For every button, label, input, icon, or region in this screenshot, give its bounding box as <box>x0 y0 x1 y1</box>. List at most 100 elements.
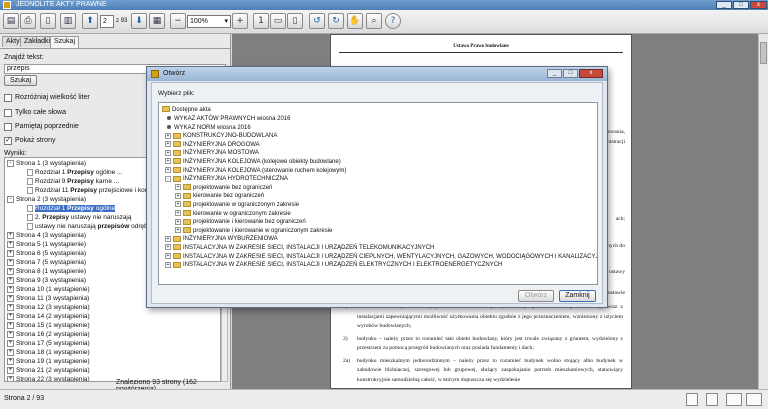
continuous-facing-view-icon[interactable] <box>746 393 762 406</box>
expander-icon[interactable]: + <box>7 294 14 302</box>
result-row[interactable]: + Strona 19 (1 wystąpienie) <box>7 357 90 366</box>
rotate-right-icon[interactable]: ↻ <box>328 13 344 29</box>
result-row[interactable]: + Strona 17 (5 wystąpienia) <box>7 339 90 348</box>
result-row[interactable]: + Strona 8 (1 wystąpienie) <box>7 267 86 276</box>
collapse-icon[interactable]: - <box>165 175 171 182</box>
expander-icon[interactable]: + <box>7 330 14 338</box>
result-row[interactable]: + Strona 12 (3 wystąpienia) <box>7 303 90 312</box>
case-sensitive-checkbox[interactable] <box>4 94 12 102</box>
expander-icon[interactable]: + <box>7 357 14 365</box>
result-row[interactable]: - Strona 1 (3 wystąpienia) <box>7 159 86 168</box>
rotate-left-icon[interactable]: ↺ <box>309 13 325 29</box>
tree-item[interactable]: + INSTALACYJNA W ZAKRESIE SIECI, INSTALAC… <box>165 261 502 269</box>
actual-size-icon[interactable]: 1 <box>253 13 269 29</box>
last-page-icon[interactable]: ▦ <box>149 13 165 29</box>
result-row[interactable]: + Strona 22 (3 wystąpienia) <box>7 375 90 381</box>
expand-icon[interactable]: + <box>165 244 171 251</box>
tree-item[interactable]: + KONSTRUKCYJNO-BUDOWLANA <box>165 132 277 140</box>
expand-icon[interactable]: + <box>175 184 181 191</box>
result-row[interactable]: Rozdział 9 Przepisy karne ... <box>27 177 119 186</box>
hand-tool-icon[interactable]: ✋ <box>347 13 363 29</box>
tree-item[interactable]: WYKAZ AKTÓW PRAWNYCH wiosna 2016 <box>165 115 290 123</box>
expander-icon[interactable]: + <box>7 348 14 356</box>
tree-root[interactable]: Dostępne akta <box>162 106 211 114</box>
zoom-in-icon[interactable]: + <box>232 13 248 29</box>
expander-icon[interactable]: + <box>7 375 14 381</box>
result-row[interactable]: + Strona 4 (3 wystąpienia) <box>7 231 86 240</box>
maximize-button[interactable]: □ <box>733 1 749 9</box>
result-row[interactable]: 2. Przepisy ustawy nie naruszają <box>27 213 132 222</box>
continuous-view-icon[interactable] <box>706 393 718 406</box>
show-pages-checkbox[interactable]: ✓ <box>4 137 12 145</box>
tree-item[interactable]: + INŻYNIERYJNA WYBURZENIOWA <box>165 235 278 243</box>
result-row[interactable]: + Strona 21 (2 wystąpienia) <box>7 366 90 375</box>
tree-item[interactable]: + INŻYNIERYJNA MOSTOWA <box>165 149 259 157</box>
open-folder-icon[interactable]: ▤ <box>3 13 19 29</box>
page-number-input[interactable]: 2 <box>100 15 114 28</box>
tree-item[interactable]: + projektowanie bez ograniczeń <box>175 184 272 192</box>
result-row[interactable]: + Strona 9 (3 wystąpienia) <box>7 276 86 285</box>
expand-icon[interactable]: + <box>175 210 181 217</box>
tree-item[interactable]: + INŻYNIERYJNA KOLEJOWA (sterowanie ruche… <box>165 167 346 175</box>
result-row[interactable]: Rozdział 11 Przepisy przejściowe i końc <box>27 186 152 195</box>
single-page-view-icon[interactable] <box>686 393 698 406</box>
facing-pages-view-icon[interactable] <box>726 393 742 406</box>
result-row[interactable]: + Strona 5 (1 wystąpienie) <box>7 240 86 249</box>
result-row[interactable]: + Strona 6 (5 wystąpienia) <box>7 249 86 258</box>
result-row[interactable]: - Strona 2 (3 wystąpienia) <box>7 195 86 204</box>
result-row[interactable]: + Strona 16 (2 wystąpienia) <box>7 330 90 339</box>
expander-icon[interactable]: + <box>7 366 14 374</box>
fit-page-icon[interactable]: ▭ <box>270 13 286 29</box>
tree-item[interactable]: WYKAZ NORM wiosna 2016 <box>165 124 251 132</box>
tree-item[interactable]: + INSTALACYJNA W ZAKRESIE SIECI, INSTALAC… <box>165 253 597 261</box>
expander-icon[interactable]: + <box>7 267 14 275</box>
expand-icon[interactable]: + <box>165 235 171 242</box>
result-row[interactable]: Rozdział 1 Przepisy ogólne <box>27 204 116 213</box>
expander-icon[interactable]: + <box>7 231 14 239</box>
expand-icon[interactable]: + <box>165 141 171 148</box>
tree-item[interactable]: + INSTALACYJNA W ZAKRESIE SIECI, INSTALAC… <box>165 244 434 252</box>
dialog-maximize-button[interactable]: □ <box>563 69 578 78</box>
expander-icon[interactable]: + <box>7 249 14 257</box>
expand-icon[interactable]: + <box>165 132 171 139</box>
tree-item[interactable]: + projektowanie i kierowanie bez ogranicz… <box>175 218 306 226</box>
expander-icon[interactable]: + <box>7 258 14 266</box>
zoom-select[interactable]: 100% ▾ <box>187 15 231 28</box>
result-row[interactable]: + Strona 10 (1 wystąpienie) <box>7 285 90 294</box>
tree-item[interactable]: + INŻYNIERYJNA DROGOWA <box>165 141 260 149</box>
close-window-button[interactable]: x <box>750 1 767 9</box>
expand-icon[interactable]: + <box>165 158 171 165</box>
print-icon[interactable]: ⎙ <box>20 13 36 29</box>
tree-item[interactable]: - INŻYNIERYJNA HYDROTECHNICZNA <box>165 175 288 183</box>
expand-icon[interactable]: + <box>175 201 181 208</box>
expander-icon[interactable]: - <box>7 195 14 203</box>
expand-icon[interactable]: + <box>175 218 181 225</box>
expander-icon[interactable]: + <box>7 339 14 347</box>
previous-page-icon[interactable]: ⬆ <box>82 13 98 29</box>
expander-icon[interactable]: + <box>7 303 14 311</box>
tree-item[interactable]: + projektowanie i kierowanie w ograniczon… <box>175 227 332 235</box>
expander-icon[interactable]: - <box>7 159 14 167</box>
tree-item[interactable]: + projektowanie w ograniczonym zakresie <box>175 201 299 209</box>
dialog-minimize-button[interactable]: _ <box>547 69 562 78</box>
whole-words-checkbox[interactable] <box>4 109 12 117</box>
next-page-icon[interactable]: ⬇ <box>131 13 147 29</box>
zoom-out-icon[interactable]: − <box>170 13 186 29</box>
expand-icon[interactable]: + <box>165 253 171 260</box>
open-button[interactable]: Otwórz <box>518 290 554 302</box>
expand-icon[interactable]: + <box>165 149 171 156</box>
expand-icon[interactable]: + <box>165 261 171 268</box>
remember-previous-checkbox[interactable] <box>4 123 12 131</box>
result-row[interactable]: + Strona 14 (2 wystąpienia) <box>7 312 90 321</box>
expander-icon[interactable]: + <box>7 276 14 284</box>
expander-icon[interactable]: + <box>7 312 14 320</box>
expander-icon[interactable]: + <box>7 321 14 329</box>
tab-szukaj[interactable]: Szukaj <box>50 36 80 48</box>
search-button[interactable]: Szukaj <box>4 75 37 86</box>
expand-icon[interactable]: + <box>175 227 181 234</box>
help-icon[interactable]: ? <box>385 13 401 29</box>
fit-width-icon[interactable]: ▯ <box>287 13 303 29</box>
first-page-icon[interactable]: ▥ <box>60 13 76 29</box>
sidebar-toggle-icon[interactable]: ▯ <box>40 13 56 29</box>
result-row[interactable]: Rozdział 1 Przepisy ogólne ... <box>27 168 122 177</box>
